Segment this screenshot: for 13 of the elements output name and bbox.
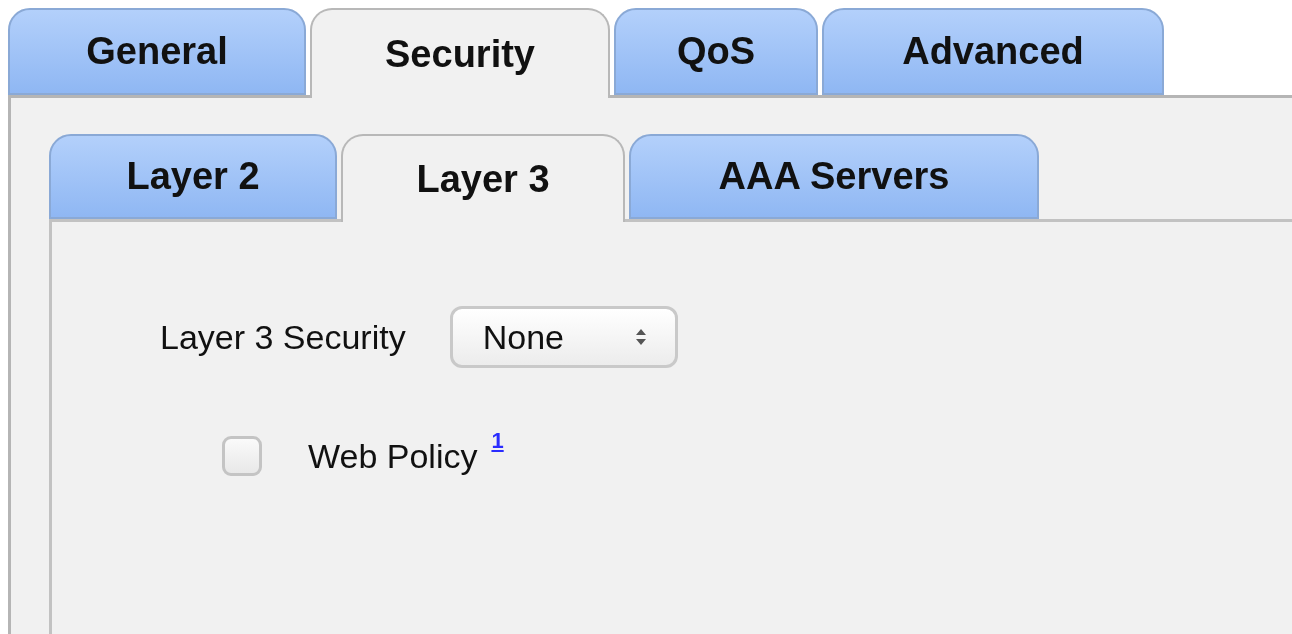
tab[interactable]: Advanced (822, 8, 1164, 95)
tab[interactable]: QoS (614, 8, 818, 95)
tab[interactable]: Layer 3 (341, 134, 625, 222)
security-select[interactable]: None (449, 306, 678, 368)
stepper-arrows-icon (634, 327, 647, 347)
tab[interactable]: Layer 2 (49, 134, 337, 219)
checkbox[interactable] (222, 436, 262, 476)
tab[interactable]: AAA Servers (629, 134, 1039, 219)
tab[interactable]: General (8, 8, 306, 95)
checkbox-label: Web Policy (308, 436, 478, 476)
tab[interactable]: Security (310, 8, 610, 98)
field-label: Layer 3 Security (160, 317, 406, 357)
footnote-link[interactable]: 1 (491, 428, 504, 454)
